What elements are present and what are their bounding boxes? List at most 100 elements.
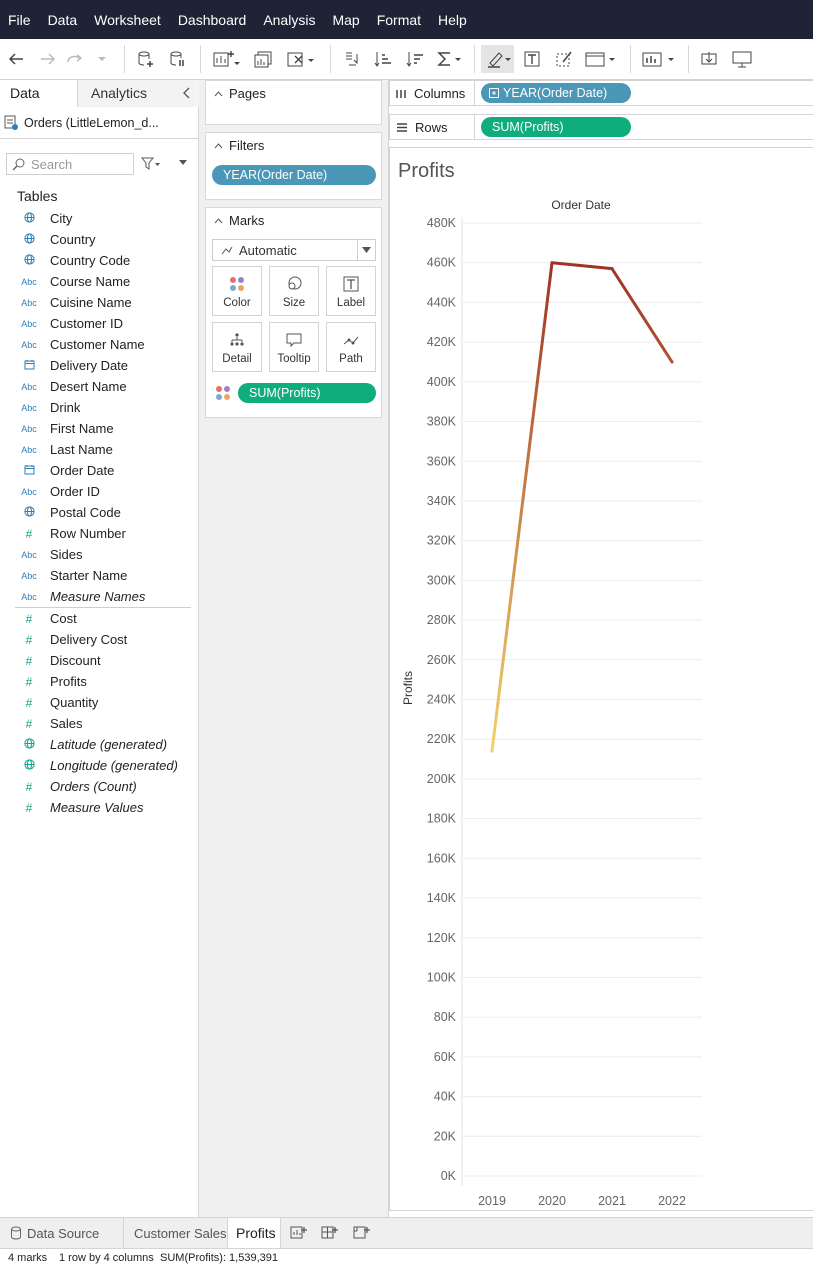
collapse-caret-icon[interactable] [214,217,223,224]
data-point[interactable] [670,360,674,364]
tab-customer-sales[interactable]: Customer Sales [124,1218,228,1248]
field-item[interactable]: Abc Customer ID [0,313,199,334]
tab-data[interactable]: Data [0,80,78,107]
datasource-item[interactable]: Orders (LittleLemon_d... [4,113,194,133]
data-point[interactable] [490,749,494,753]
detail-button[interactable]: Detail [212,322,262,372]
field-item[interactable]: Abc Order ID [0,481,199,502]
field-item[interactable]: Abc Drink [0,397,199,418]
tab-analytics[interactable]: Analytics [78,80,199,107]
new-datasource-icon[interactable] [136,47,156,71]
field-item[interactable]: Latitude (generated) [0,734,199,755]
field-item[interactable]: # Measure Values [0,797,199,818]
tab-profits[interactable]: Profits [228,1218,281,1248]
chevron-down-icon[interactable] [357,240,375,260]
columns-shelf[interactable]: Columns YEAR(Order Date) [389,80,813,106]
forward-icon[interactable] [38,47,58,71]
redo-icon[interactable] [66,47,106,71]
fit-view-icon[interactable] [584,47,618,71]
rows-pill[interactable]: SUM(Profits) [481,117,631,137]
expand-date-icon[interactable] [489,88,499,98]
menu-dashboard[interactable]: Dashboard [178,12,247,28]
field-item[interactable]: Postal Code [0,502,199,523]
field-item[interactable]: # Row Number [0,523,199,544]
field-item[interactable]: Country [0,229,199,250]
field-item[interactable]: # Orders (Count) [0,776,199,797]
menu-worksheet[interactable]: Worksheet [94,12,161,28]
abc-icon: Abc [21,402,37,413]
collapse-caret-icon[interactable] [214,90,223,97]
field-item[interactable]: # Cost [0,608,199,629]
field-item[interactable]: Delivery Date [0,355,199,376]
field-item[interactable]: Abc First Name [0,418,199,439]
show-mark-labels-icon[interactable] [521,47,543,71]
series-line-segment[interactable] [610,267,674,364]
pages-card[interactable]: Pages [205,80,382,125]
field-item[interactable]: Abc Course Name [0,271,199,292]
menu-data[interactable]: Data [48,12,78,28]
field-item[interactable]: Abc Sides [0,544,199,565]
filters-card[interactable]: Filters YEAR(Order Date) [205,132,382,200]
field-item[interactable]: Abc Measure Names [0,586,199,607]
menu-map[interactable]: Map [332,12,359,28]
field-item[interactable]: City [0,208,199,229]
totals-icon[interactable] [436,47,464,71]
chevron-down-icon[interactable] [178,159,188,167]
new-story-tab-icon[interactable] [353,1225,371,1241]
collapse-caret-icon[interactable] [214,142,223,149]
field-item[interactable]: Abc Desert Name [0,376,199,397]
field-item[interactable]: Country Code [0,250,199,271]
path-button[interactable]: Path [326,322,376,372]
field-label: Cuisine Name [50,295,132,310]
field-item[interactable]: Longitude (generated) [0,755,199,776]
columns-pill[interactable]: YEAR(Order Date) [481,83,631,103]
tab-data-source[interactable]: Data Source [0,1218,124,1248]
field-item[interactable]: Abc Cuisine Name [0,292,199,313]
field-item[interactable]: # Sales [0,713,199,734]
presentation-mode-icon[interactable] [730,47,754,71]
field-item[interactable]: # Delivery Cost [0,629,199,650]
data-point[interactable] [610,267,614,271]
sort-descending-icon[interactable] [405,47,425,71]
new-worksheet-icon[interactable] [212,47,240,71]
field-item[interactable]: Abc Customer Name [0,334,199,355]
field-item[interactable]: Abc Last Name [0,439,199,460]
field-item[interactable]: Abc Starter Name [0,565,199,586]
show-me-icon[interactable] [641,47,677,71]
rows-shelf[interactable]: Rows SUM(Profits) [389,114,813,140]
menu-format[interactable]: Format [377,12,421,28]
field-item[interactable]: # Profits [0,671,199,692]
swap-rows-columns-icon[interactable] [342,47,362,71]
collapse-pane-icon[interactable] [182,87,192,99]
data-point[interactable] [550,261,554,265]
new-worksheet-tab-icon[interactable] [290,1225,308,1241]
field-item[interactable]: # Quantity [0,692,199,713]
marks-profit-pill[interactable]: SUM(Profits) [238,383,376,403]
highlight-icon[interactable] [481,45,514,73]
menu-help[interactable]: Help [438,12,467,28]
tooltip-button[interactable]: Tooltip [269,322,319,372]
download-icon[interactable] [698,47,720,71]
fix-axes-icon[interactable] [553,47,575,71]
line-chart[interactable]: 0K 20K 40K 60K 80K 100K 120K 140K 160K 180K 200K 22… [390,148,813,1210]
field-item[interactable]: # Discount [0,650,199,671]
series-line-segment[interactable] [490,261,554,753]
search-input[interactable] [31,156,131,172]
filter-fields-icon[interactable] [141,157,161,171]
clear-sheet-icon[interactable] [286,47,316,71]
duplicate-sheet-icon[interactable] [252,47,274,71]
color-button[interactable]: Color [212,266,262,316]
mark-type-dropdown[interactable]: Automatic [212,239,376,261]
label-button[interactable]: Label [326,266,376,316]
sort-ascending-icon[interactable] [373,47,393,71]
new-dashboard-tab-icon[interactable] [321,1225,339,1241]
search-box[interactable] [6,153,134,175]
pause-updates-icon[interactable] [168,47,188,71]
menu-file[interactable]: File [8,12,31,28]
size-button[interactable]: Size [269,266,319,316]
back-icon[interactable] [6,47,26,71]
menu-analysis[interactable]: Analysis [263,12,315,28]
field-item[interactable]: Order Date [0,460,199,481]
filter-pill[interactable]: YEAR(Order Date) [212,165,376,185]
series-line-segment[interactable] [550,261,614,271]
